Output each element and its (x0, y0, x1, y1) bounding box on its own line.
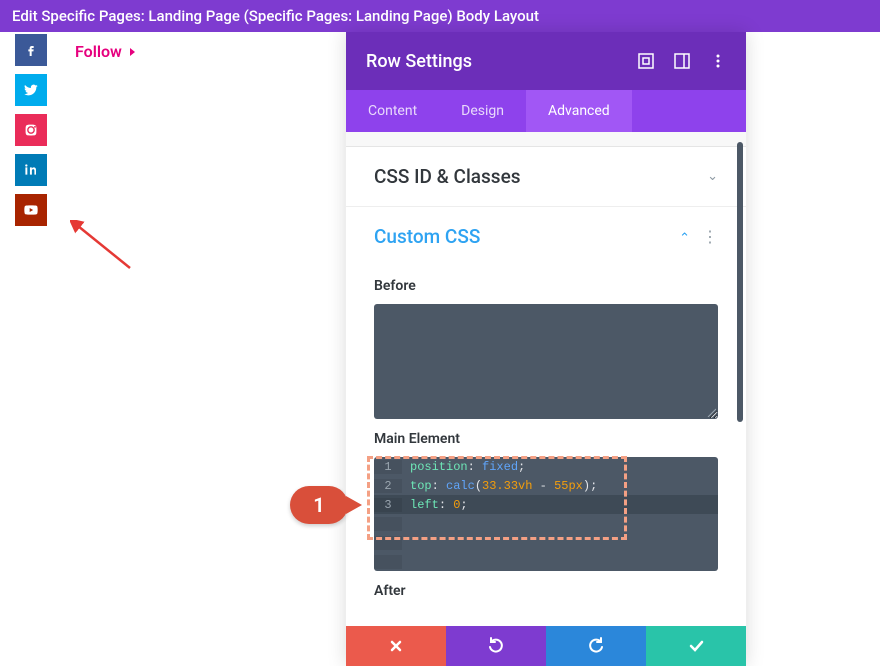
scrollbar[interactable] (737, 142, 743, 422)
social-buttons-column (15, 34, 47, 226)
annotation-number-bubble: 1 (290, 486, 348, 524)
main-element-css-editor[interactable]: 1position: fixed; 2top: calc(33.33vh - 5… (374, 457, 718, 571)
chevron-up-icon: ⌃ (679, 231, 690, 246)
more-icon[interactable] (710, 53, 726, 69)
tab-advanced[interactable]: Advanced (526, 90, 632, 132)
panel-title: Row Settings (366, 51, 472, 72)
before-label: Before (374, 266, 718, 304)
panel-body: CSS ID & Classes ⌄ Custom CSS ⌃ ⋮ Before… (346, 132, 746, 626)
linkedin-button[interactable] (15, 154, 47, 186)
save-button[interactable] (646, 626, 746, 666)
caret-right-icon (130, 48, 135, 56)
twitter-button[interactable] (15, 74, 47, 106)
chevron-down-icon: ⌄ (707, 169, 718, 184)
follow-text: Follow (75, 42, 122, 61)
section-title: CSS ID & Classes (374, 165, 521, 188)
section-title: Custom CSS (374, 225, 480, 248)
section-more-icon[interactable]: ⋮ (702, 227, 718, 246)
editor-top-bar: Edit Specific Pages: Landing Page (Speci… (0, 0, 880, 32)
cancel-button[interactable] (346, 626, 446, 666)
before-css-editor[interactable] (374, 304, 718, 419)
panel-header: Row Settings (346, 32, 746, 90)
row-settings-panel: Row Settings Content Design Advanced CSS… (346, 32, 746, 666)
breadcrumb: Edit Specific Pages: Landing Page (Speci… (12, 7, 539, 25)
undo-button[interactable] (446, 626, 546, 666)
snap-icon[interactable] (674, 53, 690, 69)
youtube-button[interactable] (15, 194, 47, 226)
panel-tabs: Content Design Advanced (346, 90, 746, 132)
after-label: After (374, 571, 718, 609)
main-element-label: Main Element (374, 419, 718, 457)
follow-label-row: Follow (75, 42, 135, 61)
annotation-arrow-icon (70, 220, 140, 275)
section-css-id-classes[interactable]: CSS ID & Classes ⌄ (374, 147, 718, 206)
panel-footer (346, 626, 746, 666)
facebook-button[interactable] (15, 34, 47, 66)
instagram-button[interactable] (15, 114, 47, 146)
section-custom-css[interactable]: Custom CSS ⌃ ⋮ (374, 207, 718, 266)
redo-button[interactable] (546, 626, 646, 666)
resize-handle-icon[interactable] (706, 407, 716, 417)
expand-icon[interactable] (638, 53, 654, 69)
tab-design[interactable]: Design (439, 90, 526, 132)
tab-content[interactable]: Content (346, 90, 439, 132)
panel-header-actions (638, 53, 726, 69)
